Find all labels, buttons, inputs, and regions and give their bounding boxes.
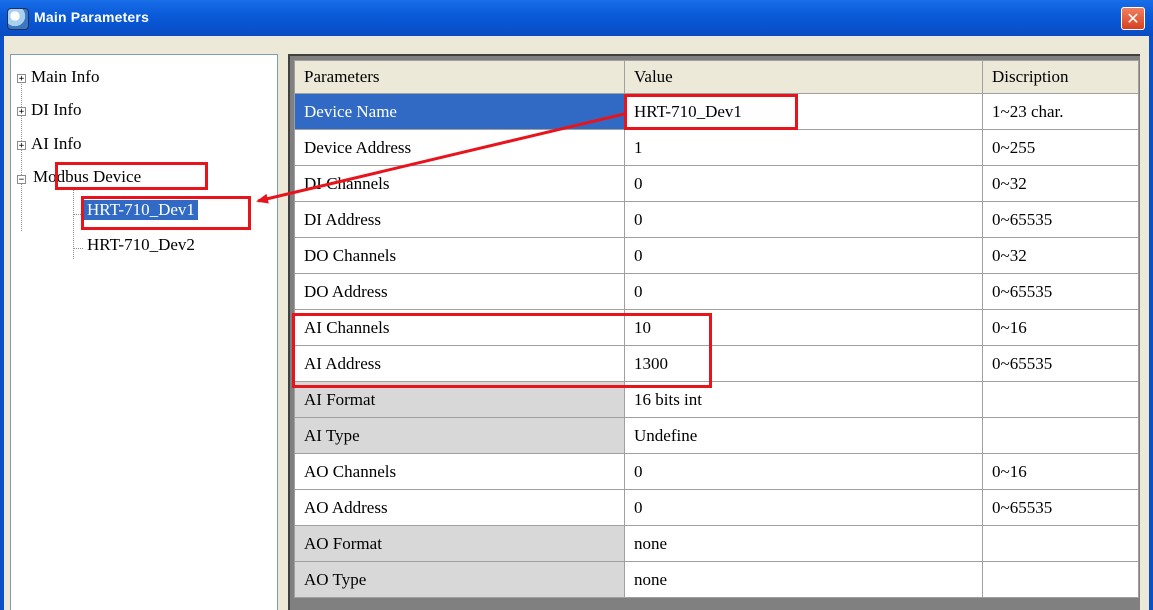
- annotation-arrow: [256, 112, 625, 204]
